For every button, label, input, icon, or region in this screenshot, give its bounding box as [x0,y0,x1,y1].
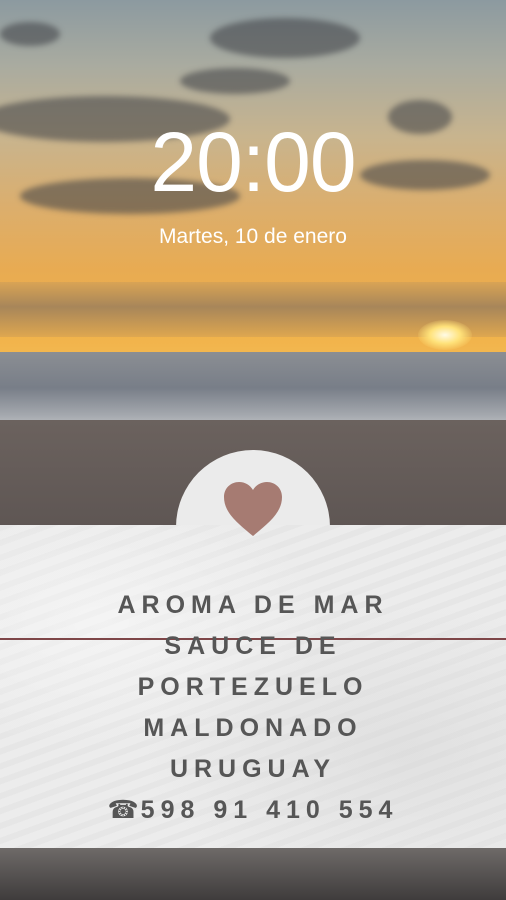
card-line-place-2: PORTEZUELO [137,673,369,701]
card-line-country: URUGUAY [169,755,337,783]
bottom-sand [0,848,506,900]
phone-icon: ☎ [107,796,139,824]
card-line-department: MALDONADO [143,714,363,742]
lock-clock: 20:00 [150,115,356,209]
lock-screen: 20:00 Martes, 10 de enero AROMA DE MAR S… [0,0,506,900]
cloud [180,68,290,94]
cloud [210,18,360,58]
heart-icon [224,482,282,536]
card-line-name: AROMA DE MAR [117,591,389,619]
sun [418,320,472,350]
lock-date: Martes, 10 de enero [159,225,347,248]
card-line-place: SAUCE DE [164,632,342,660]
card-line-phone: ☎598 91 410 554 [0,793,506,827]
cloud [0,22,60,46]
phone-number: 598 91 410 554 [140,796,399,824]
